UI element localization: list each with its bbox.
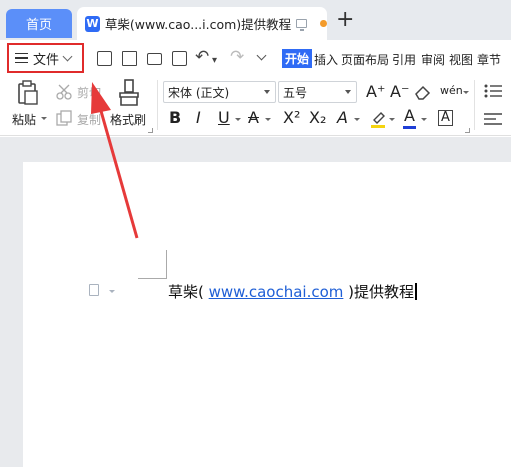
format-painter-label[interactable]: 格式刷 [110,111,146,128]
margin-marker [138,278,166,279]
divider [157,80,158,130]
copy-icon [56,110,72,126]
cut-button[interactable]: 剪切 [77,84,101,101]
font-family-select[interactable]: 宋体 (正文) [163,81,276,103]
tab-chapter[interactable]: 章节 [477,51,501,68]
font-size-value: 五号 [283,85,308,100]
file-menu-button[interactable]: 文件 [7,43,84,73]
print-icon[interactable] [147,53,162,65]
highlighter-icon[interactable] [370,110,386,128]
text-cursor [415,283,417,300]
new-tab-plus-icon[interactable]: + [336,9,354,31]
underline-dropdown-icon[interactable] [235,118,241,121]
text-suffix: )提供教程 [348,283,415,301]
align-left-icon[interactable] [484,112,502,126]
tab-home-ribbon[interactable]: 开始 [282,49,313,68]
subscript-button[interactable]: X₂ [309,109,326,127]
margin-marker [166,250,167,279]
chevron-down-icon [62,51,73,61]
highlighter-dropdown-icon[interactable] [389,118,395,121]
pinyin-dropdown-icon[interactable] [463,91,469,94]
file-menu-label: 文件 [33,52,60,68]
undo-dropdown-icon[interactable]: ▾ [212,53,217,69]
paste-icon[interactable] [16,80,40,106]
document-tab-title: 草柴(www.cao...i.com)提供教程 [104,17,292,32]
bold-button[interactable]: B [169,109,181,127]
strikethrough-dropdown-icon[interactable] [265,118,271,121]
chevron-down-icon [345,90,351,94]
superscript-button[interactable]: X² [283,109,300,127]
tab-view[interactable]: 视图 [449,51,473,68]
tab-review[interactable]: 审阅 [421,51,445,68]
document-page[interactable] [23,162,511,467]
font-family-value: 宋体 (正文) [168,85,230,100]
strikethrough-button[interactable]: A [248,109,259,127]
undo-icon[interactable]: ↶ [195,49,209,66]
font-color-button[interactable]: A [404,107,415,125]
document-text-line[interactable]: 草柴( www.caochai.com )提供教程 [168,281,417,302]
pinyin-guide-icon[interactable]: wén [440,82,463,100]
font-size-select[interactable]: 五号 [278,81,357,103]
paste-label[interactable]: 粘贴 [12,111,36,128]
format-painter-icon[interactable] [118,79,140,107]
tab-home[interactable]: 首页 [6,9,72,38]
writer-doc-icon: W [85,15,100,32]
clipboard-group-expand-icon[interactable] [148,128,153,133]
italic-button[interactable]: I [196,109,201,127]
paragraph-handle-icon[interactable] [89,284,99,296]
save-icon[interactable] [97,51,112,66]
quick-toolbar: 文件 ↶ ▾ ↷ 开始 插入 页面布局 引用 审阅 视图 章节 [0,40,511,76]
font-group-expand-icon[interactable] [465,128,470,133]
more-dropdown-icon[interactable] [256,50,267,61]
bullet-list-icon[interactable] [484,84,502,98]
eraser-icon[interactable] [414,84,432,100]
font-color-dropdown-icon[interactable] [421,118,427,121]
divider [474,80,475,130]
shrink-font-icon[interactable]: A⁻ [390,83,409,101]
paragraph-handle-dropdown-icon[interactable] [109,290,115,293]
scissors-icon [56,84,72,100]
document-link[interactable]: www.caochai.com [209,283,344,301]
copy-button[interactable]: 复制 [77,111,101,128]
export-pdf-icon[interactable] [122,51,137,66]
text-effect-button[interactable]: A [337,109,348,127]
underline-button[interactable]: U [218,109,230,127]
home-ribbon: 粘贴 剪切 复制 格式刷 宋体 (正文) 五号 A⁺ A⁻ wén B I U … [0,76,511,136]
chevron-down-icon [264,90,270,94]
tab-bar: 首页 W 草柴(www.cao...i.com)提供教程 + [0,0,511,40]
text-effect-dropdown-icon[interactable] [354,118,360,121]
unsaved-dot-icon [320,20,327,27]
paste-dropdown-icon[interactable] [41,117,47,120]
hamburger-icon [15,53,28,63]
monitor-icon[interactable] [296,19,308,31]
font-color-swatch [403,126,416,129]
redo-icon[interactable]: ↷ [230,49,244,66]
tab-document[interactable]: W 草柴(www.cao...i.com)提供教程 [77,7,327,40]
print-preview-icon[interactable] [172,51,187,66]
tab-references[interactable]: 引用 [392,51,416,68]
tab-page-layout[interactable]: 页面布局 [341,51,389,68]
char-border-button[interactable]: A [438,110,453,126]
text-prefix: 草柴( [168,283,204,301]
tab-insert[interactable]: 插入 [314,51,338,68]
grow-font-icon[interactable]: A⁺ [366,83,385,101]
